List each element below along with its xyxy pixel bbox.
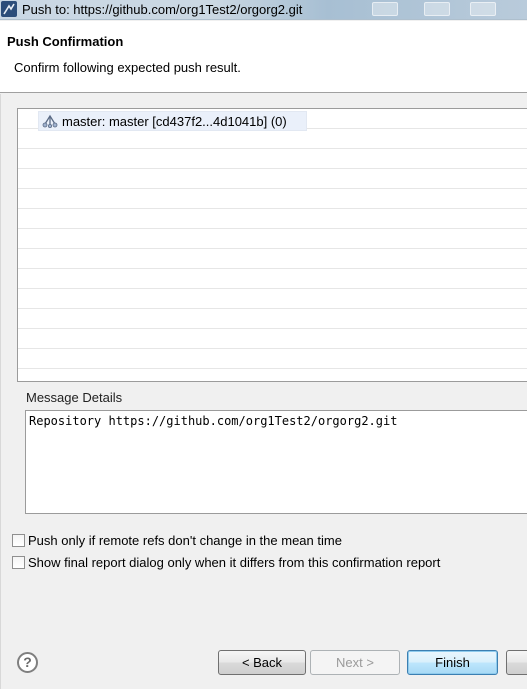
page-title: Push Confirmation: [7, 34, 124, 49]
background-window-button: [470, 2, 496, 16]
tree-row: [18, 289, 527, 309]
wizard-body: master: master [cd437f2...4d1041b] (0) M…: [0, 94, 527, 689]
branch-icon: [42, 114, 58, 131]
tree-row: [18, 309, 527, 329]
wizard-header: Push Confirmation Confirm following expe…: [0, 21, 527, 93]
tree-row: [18, 169, 527, 189]
next-button[interactable]: Next >: [310, 650, 400, 675]
background-window-button: [424, 2, 450, 16]
finish-button[interactable]: Finish: [407, 650, 498, 675]
tree-row: [18, 229, 527, 249]
tree-row: [18, 329, 527, 349]
help-button[interactable]: ?: [17, 652, 38, 673]
message-details-label: Message Details: [26, 390, 123, 405]
show-final-report-checkbox[interactable]: [12, 556, 25, 569]
show-final-report-label: Show final report dialog only when it di…: [28, 555, 441, 570]
tree-item-label: master: master [cd437f2...4d1041b] (0): [62, 114, 287, 129]
back-button[interactable]: < Back: [218, 650, 306, 675]
title-bar[interactable]: Push to: https://github.com/org1Test2/or…: [0, 0, 527, 20]
tree-row: [18, 189, 527, 209]
background-window-button: [372, 2, 398, 16]
push-dialog: Push to: https://github.com/org1Test2/or…: [0, 0, 527, 689]
tree-row: [18, 249, 527, 269]
window-title: Push to: https://github.com/org1Test2/or…: [22, 2, 303, 17]
tree-row: [18, 129, 527, 149]
tree-row: [18, 349, 527, 369]
tree-row: [18, 149, 527, 169]
page-description: Confirm following expected push result.: [14, 60, 241, 75]
push-results-tree[interactable]: master: master [cd437f2...4d1041b] (0): [17, 108, 527, 382]
message-details-text[interactable]: Repository https://github.com/org1Test2/…: [25, 410, 527, 514]
push-only-if-unchanged-label: Push only if remote refs don't change in…: [28, 533, 342, 548]
tree-row: [18, 209, 527, 229]
push-only-if-unchanged-checkbox[interactable]: [12, 534, 25, 547]
message-details-content: Repository https://github.com/org1Test2/…: [29, 414, 398, 428]
tree-row: [18, 269, 527, 289]
eclipse-app-icon: [1, 1, 17, 17]
cancel-button[interactable]: [506, 650, 527, 675]
